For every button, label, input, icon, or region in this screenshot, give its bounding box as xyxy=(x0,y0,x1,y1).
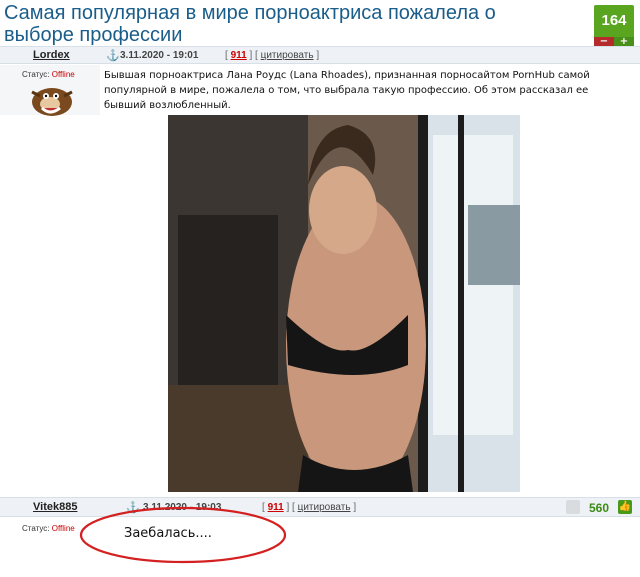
quote-link[interactable]: цитировать xyxy=(261,50,314,61)
quote-link-2[interactable]: цитировать xyxy=(298,502,351,513)
vote-up-icon[interactable]: 👍 xyxy=(618,500,632,514)
post-photo[interactable] xyxy=(168,115,520,492)
topic-rating-value: 164 xyxy=(594,5,634,37)
topic-header: Самая популярная в мире порноактриса пож… xyxy=(0,0,640,47)
topic-rating-widget: 164 − + xyxy=(594,5,634,47)
vote-down-icon[interactable] xyxy=(566,500,580,514)
post-meta: [ 911 ] [ цитировать ] xyxy=(225,50,320,61)
author-status-2: Статус: Offline xyxy=(22,524,75,533)
topic-title: Самая популярная в мире порноактриса пож… xyxy=(4,2,496,46)
status-label-2: Статус: xyxy=(22,524,50,533)
status-offline-2: Offline xyxy=(51,524,75,533)
post-author-link-2[interactable]: Vitek885 xyxy=(33,501,77,513)
post-header-bar: Lordex ⚓ 3.11.2020 - 19:01 [ 911 ] [ цит… xyxy=(0,46,640,64)
post-author-link[interactable]: Lordex xyxy=(33,49,70,61)
anchor-icon[interactable]: ⚓ xyxy=(106,49,120,62)
post-date: 3.11.2020 - 19:01 xyxy=(120,50,199,61)
post-number-link[interactable]: 911 xyxy=(231,50,247,61)
highlight-ellipse xyxy=(79,506,287,564)
post-body-text: Бывшая порноактриса Лана Роудс (Lana Rho… xyxy=(104,70,590,111)
author-avatar[interactable] xyxy=(22,78,80,118)
post-rating-value-2: 560 xyxy=(589,501,610,515)
